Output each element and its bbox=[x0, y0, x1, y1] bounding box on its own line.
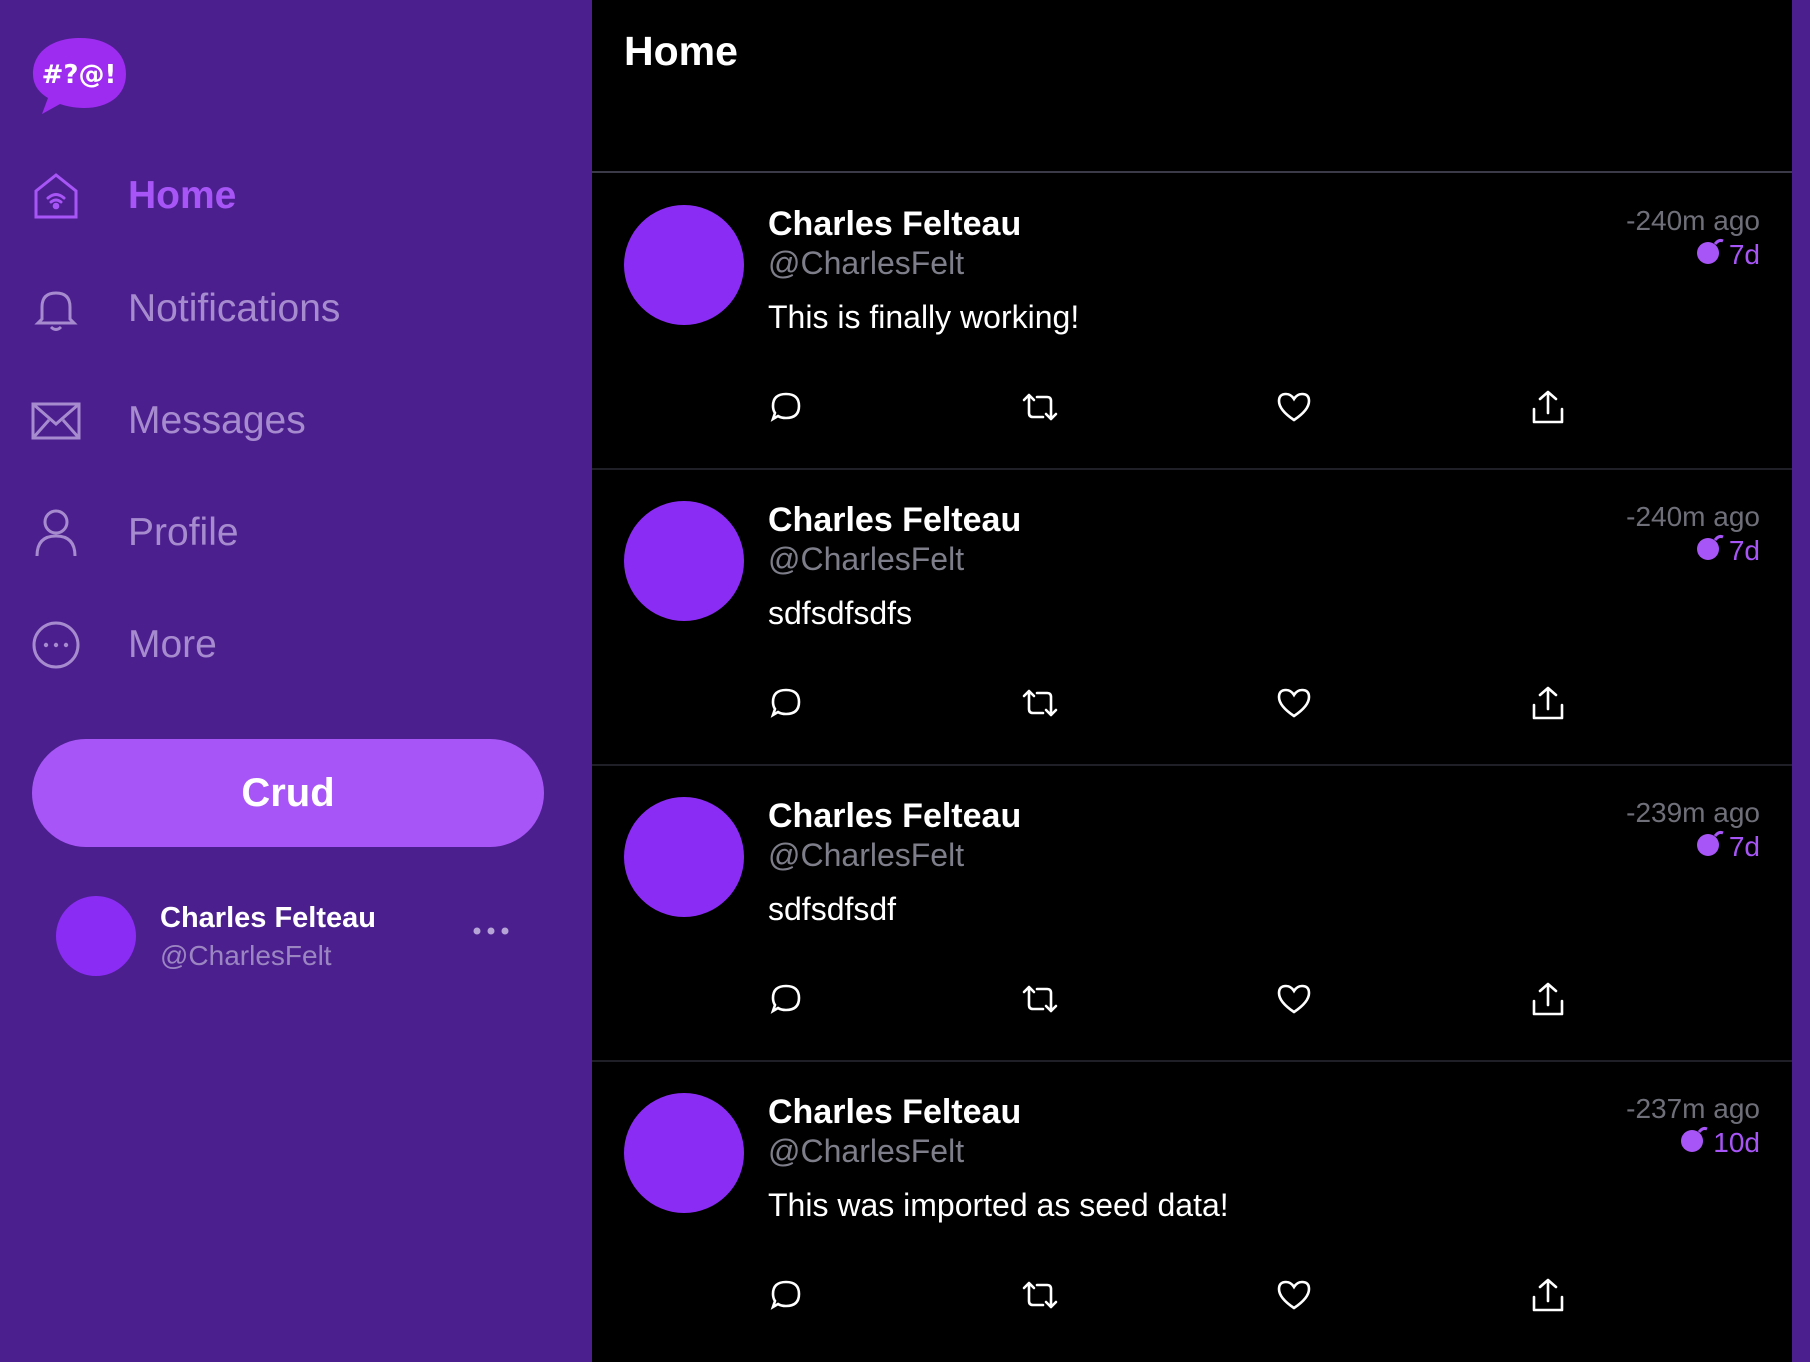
heart-icon[interactable] bbox=[1274, 979, 1314, 1019]
tweet-item[interactable]: Charles Felteau @CharlesFelt sdfsdfsdf -… bbox=[592, 765, 1792, 1062]
sidebar-item-label: Messages bbox=[128, 399, 306, 442]
retweet-icon[interactable] bbox=[1020, 979, 1060, 1019]
bomb-icon bbox=[1679, 1125, 1709, 1160]
crud-button[interactable]: Crud bbox=[32, 739, 544, 847]
home-icon bbox=[30, 170, 82, 222]
sidebar-item-home[interactable]: Home bbox=[30, 161, 550, 231]
tweet-text: sdfsdfsdfs bbox=[768, 595, 913, 631]
retweet-icon[interactable] bbox=[1020, 387, 1060, 427]
scrollbar[interactable] bbox=[1792, 0, 1810, 1362]
logo-text: #?@! bbox=[42, 60, 117, 90]
tweet-text: This is finally working! bbox=[768, 299, 1080, 335]
tweet-timestamp: -239m ago bbox=[1626, 797, 1760, 828]
main-feed: Home Charles Felteau @CharlesFelt This i… bbox=[592, 0, 1792, 1362]
tweet-author-handle: @CharlesFelt bbox=[768, 541, 965, 577]
reply-icon[interactable] bbox=[766, 387, 806, 427]
tweet-author-name[interactable]: Charles Felteau bbox=[768, 797, 1021, 836]
tweet-expiry-label: 7d bbox=[1728, 238, 1760, 270]
tweet-expiry: 7d bbox=[1695, 829, 1760, 864]
bomb-icon bbox=[1695, 829, 1725, 864]
sidebar-item-profile[interactable]: Profile bbox=[30, 498, 550, 568]
tweet-actions bbox=[768, 979, 1668, 1019]
tweet-timestamp: -240m ago bbox=[1626, 205, 1760, 236]
tweet-item[interactable]: Charles Felteau @CharlesFelt This was im… bbox=[592, 1061, 1792, 1356]
tweet-actions bbox=[768, 683, 1668, 723]
more-circle-icon bbox=[30, 619, 82, 671]
share-icon[interactable] bbox=[1528, 1275, 1568, 1315]
tweet-expiry-label: 10d bbox=[1713, 1126, 1760, 1158]
account-switcher[interactable]: Charles Felteau @CharlesFelt bbox=[56, 896, 516, 976]
tweet-expiry: 7d bbox=[1695, 533, 1760, 568]
heart-icon[interactable] bbox=[1274, 683, 1314, 723]
bomb-icon bbox=[1695, 533, 1725, 568]
tweet-author-name[interactable]: Charles Felteau bbox=[768, 501, 1021, 540]
tweet-author-handle: @CharlesFelt bbox=[768, 837, 965, 873]
avatar[interactable] bbox=[624, 797, 744, 917]
mail-icon bbox=[30, 395, 82, 447]
tweet-timestamp: -240m ago bbox=[1626, 501, 1760, 532]
avatar[interactable] bbox=[624, 1093, 744, 1213]
heart-icon[interactable] bbox=[1274, 387, 1314, 427]
sidebar: #?@! Home Notifications Messages Profile… bbox=[0, 0, 592, 1362]
sidebar-item-more[interactable]: More bbox=[30, 610, 550, 680]
app-logo[interactable]: #?@! bbox=[30, 34, 130, 118]
heart-icon[interactable] bbox=[1274, 1275, 1314, 1315]
sidebar-item-label: Profile bbox=[128, 511, 239, 554]
tweet-actions bbox=[768, 1275, 1668, 1315]
tweet-expiry: 10d bbox=[1679, 1125, 1760, 1160]
feed-header: Home bbox=[592, 0, 1792, 173]
account-name: Charles Felteau bbox=[160, 902, 376, 934]
page-title: Home bbox=[624, 28, 738, 74]
reply-icon[interactable] bbox=[766, 683, 806, 723]
tweet-expiry-label: 7d bbox=[1728, 830, 1760, 862]
tweet-author-handle: @CharlesFelt bbox=[768, 245, 965, 281]
bomb-icon bbox=[1695, 237, 1725, 272]
tweet-text: This was imported as seed data! bbox=[768, 1187, 1229, 1223]
reply-icon[interactable] bbox=[766, 1275, 806, 1315]
bell-icon bbox=[30, 283, 82, 335]
tweet-timestamp: -237m ago bbox=[1626, 1093, 1760, 1124]
tweet-expiry-label: 7d bbox=[1728, 534, 1760, 566]
reply-icon[interactable] bbox=[766, 979, 806, 1019]
ellipsis-icon[interactable] bbox=[466, 916, 516, 946]
sidebar-item-messages[interactable]: Messages bbox=[30, 386, 550, 456]
retweet-icon[interactable] bbox=[1020, 1275, 1060, 1315]
tweet-text: sdfsdfsdf bbox=[768, 891, 897, 927]
sidebar-item-label: Notifications bbox=[128, 287, 341, 330]
user-icon bbox=[30, 507, 82, 559]
avatar[interactable] bbox=[624, 501, 744, 621]
share-icon[interactable] bbox=[1528, 979, 1568, 1019]
retweet-icon[interactable] bbox=[1020, 683, 1060, 723]
tweet-expiry: 7d bbox=[1695, 237, 1760, 272]
avatar bbox=[56, 896, 136, 976]
sidebar-item-label: Home bbox=[128, 174, 237, 217]
share-icon[interactable] bbox=[1528, 387, 1568, 427]
tweet-author-handle: @CharlesFelt bbox=[768, 1133, 965, 1169]
tweet-author-name[interactable]: Charles Felteau bbox=[768, 205, 1021, 244]
account-handle: @CharlesFelt bbox=[160, 940, 332, 971]
tweet-item[interactable]: Charles Felteau @CharlesFelt sdfsdfsdfs … bbox=[592, 469, 1792, 766]
tweet-actions bbox=[768, 387, 1668, 427]
sidebar-item-label: More bbox=[128, 623, 217, 666]
share-icon[interactable] bbox=[1528, 683, 1568, 723]
sidebar-item-notifications[interactable]: Notifications bbox=[30, 274, 550, 344]
tweet-author-name[interactable]: Charles Felteau bbox=[768, 1093, 1021, 1132]
avatar[interactable] bbox=[624, 205, 744, 325]
tweet-item[interactable]: Charles Felteau @CharlesFelt This is fin… bbox=[592, 173, 1792, 470]
